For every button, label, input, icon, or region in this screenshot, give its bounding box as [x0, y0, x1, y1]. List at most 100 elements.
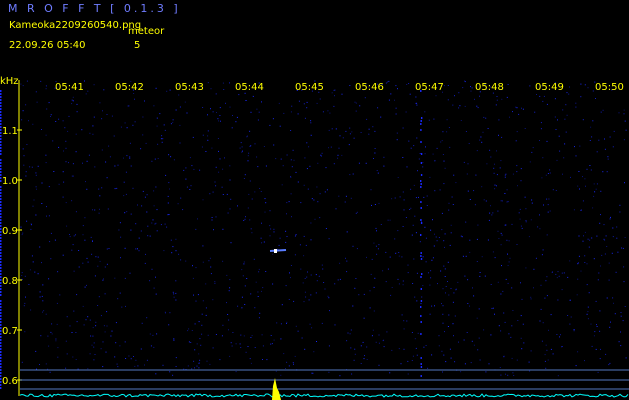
- noise-dot: [151, 268, 153, 270]
- noise-dot: [366, 346, 368, 348]
- noise-dot: [137, 204, 138, 206]
- noise-dot: [125, 171, 127, 173]
- noise-dot: [452, 323, 454, 325]
- noise-dot: [423, 196, 425, 198]
- noise-dot: [198, 321, 200, 323]
- noise-dot: [345, 195, 347, 197]
- noise-dot: [103, 278, 104, 280]
- noise-dot: [106, 177, 108, 179]
- noise-dot: [494, 163, 495, 165]
- noise-dot: [99, 195, 101, 197]
- noise-dot: [467, 303, 469, 304]
- noise-dot: [39, 364, 40, 365]
- minute-streak: [0, 258, 2, 260]
- noise-dot: [555, 273, 557, 275]
- noise-dot: [294, 355, 296, 357]
- noise-dot: [555, 190, 557, 191]
- noise-dot: [169, 188, 170, 190]
- noise-dot: [468, 143, 470, 144]
- noise-dot: [613, 302, 614, 304]
- noise-dot: [89, 132, 91, 134]
- noise-dot: [123, 195, 125, 197]
- noise-dot: [290, 111, 292, 113]
- noise-dot: [254, 191, 256, 193]
- noise-dot: [270, 228, 272, 230]
- noise-dot: [82, 162, 83, 164]
- noise-dot: [153, 190, 155, 192]
- noise-dot: [426, 195, 428, 197]
- noise-dot: [598, 139, 600, 141]
- noise-dot: [313, 199, 315, 201]
- noise-dot: [102, 341, 104, 343]
- noise-dot: [250, 362, 252, 364]
- noise-dot: [319, 98, 321, 100]
- minute-streak: [420, 180, 422, 182]
- noise-dot: [315, 292, 317, 294]
- minute-streak: [420, 222, 423, 224]
- noise-dot: [428, 119, 430, 121]
- noise-dot: [396, 139, 398, 141]
- noise-dot: [163, 250, 165, 252]
- noise-dot: [120, 126, 122, 128]
- noise-dot: [260, 191, 262, 192]
- noise-dot: [448, 202, 450, 204]
- noise-dot: [540, 128, 542, 130]
- noise-dot: [418, 158, 420, 160]
- noise-dot: [521, 348, 523, 350]
- noise-dot: [507, 253, 508, 255]
- noise-dot: [351, 131, 353, 133]
- noise-dot: [245, 351, 247, 353]
- minute-streak: [0, 351, 2, 353]
- noise-dot: [416, 272, 418, 274]
- noise-dot: [474, 98, 475, 100]
- noise-dot: [209, 257, 211, 259]
- noise-dot: [151, 160, 153, 162]
- noise-dot: [479, 359, 481, 361]
- noise-dot: [87, 368, 89, 370]
- noise-dot: [335, 208, 337, 210]
- noise-dot: [592, 90, 594, 92]
- minute-streak: [420, 183, 422, 185]
- noise-dot: [261, 222, 262, 224]
- minute-streak: [0, 207, 2, 209]
- noise-dot: [587, 238, 589, 240]
- noise-dot: [35, 174, 37, 176]
- minute-streak: [420, 321, 422, 323]
- noise-dot: [445, 286, 447, 287]
- noise-dot: [380, 116, 382, 118]
- noise-dot: [258, 111, 260, 113]
- noise-dot: [600, 214, 601, 216]
- noise-dot: [506, 201, 508, 203]
- noise-dot: [191, 368, 193, 370]
- noise-dot: [201, 324, 203, 326]
- noise-dot: [447, 281, 448, 282]
- noise-dot: [305, 296, 307, 298]
- noise-dot: [242, 275, 244, 277]
- noise-dot: [328, 238, 330, 240]
- noise-dot: [149, 235, 151, 237]
- noise-dot: [452, 301, 454, 303]
- noise-dot: [391, 349, 393, 351]
- noise-dot: [265, 271, 267, 272]
- noise-dot: [155, 222, 157, 224]
- noise-dot: [78, 266, 80, 268]
- noise-dot: [426, 205, 428, 206]
- noise-dot: [569, 260, 571, 262]
- noise-dot: [230, 242, 232, 244]
- noise-dot: [324, 288, 326, 290]
- noise-dot: [333, 163, 335, 165]
- noise-dot: [374, 148, 376, 149]
- noise-dot: [496, 99, 498, 101]
- noise-dot: [504, 193, 506, 194]
- noise-dot: [285, 230, 287, 232]
- noise-dot: [102, 110, 103, 112]
- noise-dot: [230, 198, 232, 200]
- noise-dot: [500, 374, 502, 376]
- noise-dot: [398, 283, 400, 285]
- noise-dot: [442, 371, 443, 373]
- noise-dot: [402, 280, 404, 282]
- noise-dot: [442, 322, 444, 324]
- noise-dot: [366, 118, 368, 120]
- noise-dot: [325, 228, 327, 229]
- noise-dot: [172, 374, 174, 376]
